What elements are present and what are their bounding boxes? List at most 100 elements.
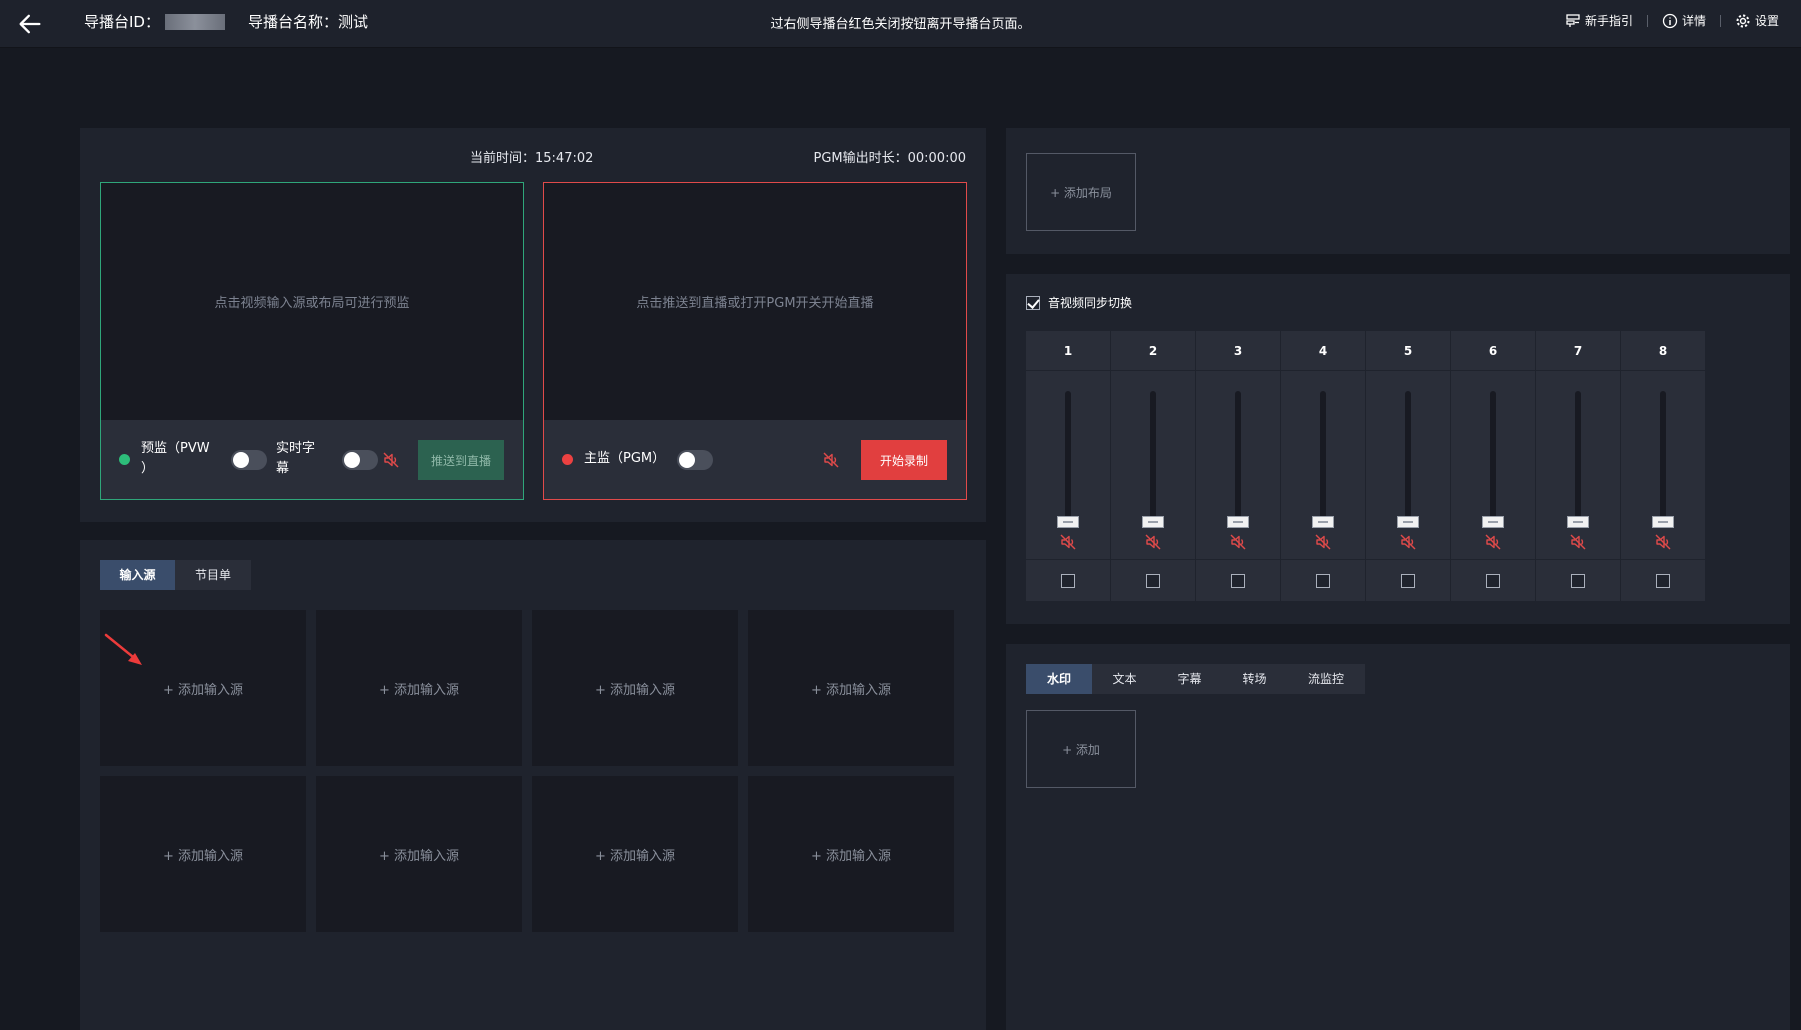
volume-slider-track[interactable]	[1405, 391, 1411, 521]
add-input-source-tile[interactable]: + 添加输入源	[316, 610, 522, 766]
tab-watermark[interactable]: 水印	[1026, 664, 1092, 694]
channel-number: 6	[1451, 331, 1535, 371]
audio-channel: 1	[1026, 331, 1110, 601]
channel-number: 1	[1026, 331, 1110, 371]
channel-number: 2	[1111, 331, 1195, 371]
details-link[interactable]: 详情	[1662, 12, 1706, 29]
input-source-grid: + 添加输入源 + 添加输入源 + 添加输入源 + 添加输入源 + 添加输入源 …	[100, 610, 954, 932]
tab-text[interactable]: 文本	[1092, 664, 1157, 694]
tool-tabs: 水印 文本 字幕 转场 流监控	[1026, 664, 1365, 694]
layout-panel: + 添加布局	[1006, 128, 1790, 254]
channel-checkbox[interactable]	[1401, 573, 1415, 588]
tab-transition[interactable]: 转场	[1222, 664, 1287, 694]
mute-icon[interactable]	[822, 451, 840, 469]
gear-icon	[1736, 14, 1750, 27]
mute-icon[interactable]	[1654, 533, 1672, 551]
add-watermark-button[interactable]: + 添加	[1026, 710, 1136, 788]
start-recording-button[interactable]: 开始录制	[861, 440, 947, 480]
realtime-subtitle-label: 实时字 幕	[276, 439, 315, 479]
preview-status-dot	[119, 454, 130, 465]
audio-channel: 5	[1366, 331, 1450, 601]
tab-subtitle[interactable]: 字幕	[1157, 664, 1222, 694]
mute-icon[interactable]	[1314, 533, 1332, 551]
channel-select-cell	[1196, 559, 1280, 601]
volume-slider-handle[interactable]	[1312, 516, 1334, 528]
director-id-masked-value	[165, 14, 225, 30]
push-to-live-button[interactable]: 推送到直播	[418, 440, 504, 480]
add-input-source-tile[interactable]: + 添加输入源	[100, 776, 306, 932]
channel-checkbox[interactable]	[1146, 573, 1160, 588]
channel-number: 5	[1366, 331, 1450, 371]
input-tabs: 输入源 节目单	[100, 560, 251, 590]
volume-slider-handle[interactable]	[1142, 516, 1164, 528]
audio-channel: 7	[1536, 331, 1620, 601]
preview-label-line2: ）	[141, 461, 155, 476]
volume-slider-handle[interactable]	[1057, 516, 1079, 528]
volume-slider-handle[interactable]	[1397, 516, 1419, 528]
av-sync-row: 音视频同步切换	[1026, 294, 1132, 311]
preview-label-line1: 预监（PVW	[141, 441, 210, 456]
av-sync-checkbox[interactable]	[1026, 295, 1040, 310]
realtime-subtitle-toggle[interactable]	[342, 450, 378, 470]
channel-select-cell	[1366, 559, 1450, 601]
tab-input-sources[interactable]: 输入源	[100, 560, 175, 590]
tab-stream-monitor[interactable]: 流监控	[1287, 664, 1365, 694]
volume-slider-track[interactable]	[1490, 391, 1496, 521]
volume-slider-track[interactable]	[1575, 391, 1581, 521]
channel-select-cell	[1451, 559, 1535, 601]
channel-checkbox[interactable]	[1656, 573, 1670, 588]
add-layout-button[interactable]: + 添加布局	[1026, 153, 1136, 231]
preview-screen[interactable]: 点击视频输入源或布局可进行预监	[101, 183, 523, 420]
preview-toggle[interactable]	[231, 450, 267, 470]
channel-number: 4	[1281, 331, 1365, 371]
preview-screen-hint: 点击视频输入源或布局可进行预监	[214, 296, 410, 311]
channel-checkbox[interactable]	[1061, 573, 1075, 588]
volume-slider-track[interactable]	[1320, 391, 1326, 521]
mute-icon[interactable]	[1144, 533, 1162, 551]
pgm-toggle[interactable]	[677, 450, 713, 470]
channel-select-cell	[1026, 559, 1110, 601]
guide-link[interactable]: 新手指引	[1565, 12, 1633, 29]
volume-slider-track[interactable]	[1660, 391, 1666, 521]
top-bar: 导播台ID： 导播台名称：测试 过右侧导播台红色关闭按钮离开导播台页面。 新手指…	[0, 0, 1801, 48]
channel-number: 3	[1196, 331, 1280, 371]
volume-slider-handle[interactable]	[1567, 516, 1589, 528]
overlay-tools-panel: 水印 文本 字幕 转场 流监控 + 添加	[1006, 644, 1790, 1030]
channel-checkbox[interactable]	[1316, 573, 1330, 588]
mute-icon[interactable]	[1399, 533, 1417, 551]
mute-icon[interactable]	[1059, 533, 1077, 551]
add-input-source-tile[interactable]: + 添加输入源	[748, 610, 954, 766]
volume-slider-handle[interactable]	[1227, 516, 1249, 528]
volume-slider-handle[interactable]	[1482, 516, 1504, 528]
preview-label: 预监（PVW ）	[141, 439, 210, 479]
settings-link[interactable]: 设置	[1735, 12, 1779, 29]
header-links: 新手指引 详情 设置	[1565, 12, 1779, 29]
av-sync-label: 音视频同步切换	[1048, 296, 1133, 310]
channel-select-cell	[1536, 559, 1620, 601]
channel-select-cell	[1111, 559, 1195, 601]
mute-icon[interactable]	[1229, 533, 1247, 551]
back-arrow-icon[interactable]	[16, 10, 44, 38]
volume-slider-track[interactable]	[1065, 391, 1071, 521]
mute-icon[interactable]	[1569, 533, 1587, 551]
director-id-label: 导播台ID：	[84, 13, 160, 31]
director-name: 导播台名称：测试	[248, 13, 369, 31]
mute-icon[interactable]	[1484, 533, 1502, 551]
divider	[1646, 14, 1648, 27]
volume-slider-track[interactable]	[1150, 391, 1156, 521]
volume-slider-handle[interactable]	[1652, 516, 1674, 528]
add-input-source-tile[interactable]: + 添加输入源	[532, 776, 738, 932]
realtime-subtitle-line2: 幕	[276, 461, 290, 476]
volume-slider-track[interactable]	[1235, 391, 1241, 521]
channel-checkbox[interactable]	[1231, 573, 1245, 588]
info-icon	[1662, 13, 1678, 28]
channel-checkbox[interactable]	[1571, 573, 1585, 588]
add-input-source-tile[interactable]: + 添加输入源	[316, 776, 522, 932]
add-input-source-tile[interactable]: + 添加输入源	[748, 776, 954, 932]
preview-monitor: 点击视频输入源或布局可进行预监 预监（PVW ） 实时字 幕 推送到直播	[100, 182, 524, 500]
channel-checkbox[interactable]	[1486, 573, 1500, 588]
add-input-source-tile[interactable]: + 添加输入源	[532, 610, 738, 766]
mute-icon[interactable]	[382, 451, 400, 469]
tab-program-list[interactable]: 节目单	[175, 560, 251, 590]
pgm-output-duration: PGM输出时长：00:00:00	[813, 151, 966, 166]
